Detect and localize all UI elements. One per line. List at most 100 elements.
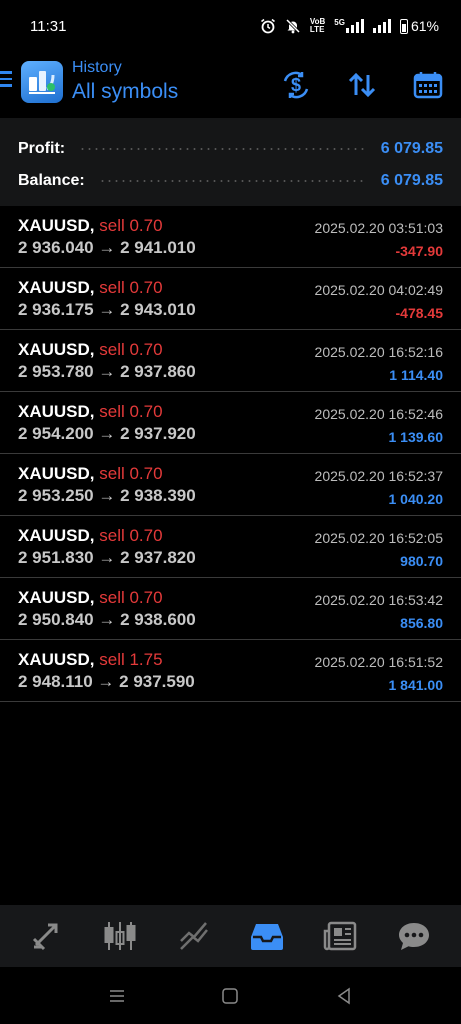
tab-history[interactable] bbox=[242, 911, 292, 961]
bottom-tab-bar bbox=[0, 905, 461, 967]
battery-icon bbox=[399, 18, 408, 34]
trade-time: 2025.02.20 16:51:52 bbox=[314, 654, 443, 670]
trade-time: 2025.02.20 16:52:16 bbox=[314, 344, 443, 360]
trade-row[interactable]: XAUUSD, sell 0.70 2 936.175 → 2 943.010 20… bbox=[0, 268, 461, 330]
tab-news[interactable] bbox=[316, 911, 366, 961]
profit-label: Profit: bbox=[18, 140, 66, 157]
trade-profit: -478.45 bbox=[395, 305, 443, 321]
trade-prices: 2 951.830 → 2 937.820 bbox=[18, 548, 196, 567]
trade-side: sell 0.70 bbox=[99, 278, 163, 297]
balance-label: Balance: bbox=[18, 172, 85, 189]
history-inbox-icon bbox=[251, 924, 284, 950]
tab-trade[interactable] bbox=[169, 911, 219, 961]
trade-symbol: XAUUSD, bbox=[18, 526, 95, 545]
sort-icon bbox=[348, 72, 376, 98]
network-type: VoB LTE bbox=[309, 17, 326, 34]
trade-prices: 2 950.840 → 2 938.600 bbox=[18, 610, 196, 629]
trade-symbol: XAUUSD, bbox=[18, 402, 95, 421]
news-icon bbox=[323, 921, 356, 951]
trade-row[interactable]: XAUUSD, sell 0.70 2 954.200 → 2 937.920 20… bbox=[0, 392, 461, 454]
quotes-icon bbox=[32, 923, 58, 951]
leader-dots bbox=[98, 180, 367, 182]
trade-profit: 856.80 bbox=[400, 615, 443, 631]
trade-prices: 2 953.250 → 2 938.390 bbox=[18, 486, 196, 505]
signal-icon bbox=[345, 19, 364, 33]
candlestick-chart-icon bbox=[104, 922, 136, 950]
calendar-icon bbox=[413, 72, 443, 99]
trade-profit: 1 040.20 bbox=[388, 491, 444, 507]
signal-icon bbox=[372, 19, 391, 33]
recent-apps-icon[interactable] bbox=[107, 986, 127, 1006]
trade-list: XAUUSD, sell 0.70 2 936.040 → 2 941.010 20… bbox=[0, 206, 461, 702]
bell-muted-icon bbox=[285, 18, 300, 34]
trade-profit: -347.90 bbox=[395, 243, 443, 259]
trade-prices: 2 936.175 → 2 943.010 bbox=[18, 300, 196, 319]
trade-side: sell 0.70 bbox=[99, 464, 163, 483]
symbol-filter[interactable]: All symbols bbox=[72, 80, 178, 104]
status-time: 11:31 bbox=[30, 17, 67, 35]
trade-side: sell 0.70 bbox=[99, 216, 163, 235]
balance-row: Balance: 6 079.85 bbox=[18, 165, 443, 197]
tab-quotes[interactable] bbox=[22, 911, 72, 961]
trade-profit: 980.70 bbox=[400, 553, 443, 569]
home-icon[interactable] bbox=[220, 986, 240, 1006]
trade-profit: 1 139.60 bbox=[388, 429, 444, 445]
alarm-icon bbox=[260, 18, 275, 34]
app-logo-icon[interactable] bbox=[21, 61, 63, 103]
tab-chart[interactable] bbox=[95, 911, 145, 961]
back-icon[interactable] bbox=[334, 986, 354, 1006]
trade-icon bbox=[179, 922, 208, 950]
leader-dots bbox=[79, 148, 367, 150]
status-bar: 11:31 VoB LTE 5G 61% bbox=[0, 0, 461, 52]
page-title: History bbox=[72, 59, 122, 76]
trade-symbol: XAUUSD, bbox=[18, 216, 95, 235]
trade-time: 2025.02.20 03:51:03 bbox=[314, 220, 443, 236]
tab-messages[interactable] bbox=[389, 911, 439, 961]
trade-side: sell 1.75 bbox=[99, 650, 163, 669]
trade-prices: 2 948.110 → 2 937.590 bbox=[18, 672, 195, 691]
trade-profit: 1 841.00 bbox=[388, 677, 444, 693]
trade-side: sell 0.70 bbox=[99, 340, 163, 359]
trade-side: sell 0.70 bbox=[99, 526, 163, 545]
trade-side: sell 0.70 bbox=[99, 588, 163, 607]
trade-row[interactable]: XAUUSD, sell 0.70 2 936.040 → 2 941.010 20… bbox=[0, 206, 461, 268]
signal-5g: 5G bbox=[334, 19, 364, 33]
trade-prices: 2 936.040 → 2 941.010 bbox=[18, 238, 196, 257]
trade-symbol: XAUUSD, bbox=[18, 340, 95, 359]
trade-row[interactable]: XAUUSD, sell 0.70 2 951.830 → 2 937.820 20… bbox=[0, 516, 461, 578]
trade-row[interactable]: XAUUSD, sell 0.70 2 950.840 → 2 938.600 20… bbox=[0, 578, 461, 640]
battery-percent: 61% bbox=[410, 18, 439, 34]
trade-time: 2025.02.20 16:52:05 bbox=[314, 530, 443, 546]
trade-symbol: XAUUSD, bbox=[18, 278, 95, 297]
sort-button[interactable] bbox=[329, 60, 395, 110]
app-header: History All symbols $ bbox=[0, 52, 461, 118]
trade-row[interactable]: XAUUSD, sell 0.70 2 953.780 → 2 937.860 20… bbox=[0, 330, 461, 392]
status-icons: VoB LTE 5G 61% bbox=[260, 18, 439, 34]
trade-row[interactable]: XAUUSD, sell 0.70 2 953.250 → 2 938.390 20… bbox=[0, 454, 461, 516]
menu-icon[interactable] bbox=[0, 71, 12, 91]
header-actions: $ bbox=[263, 52, 461, 118]
header-titles: History All symbols bbox=[72, 59, 178, 104]
trade-time: 2025.02.20 16:52:46 bbox=[314, 406, 443, 422]
trade-time: 2025.02.20 16:53:42 bbox=[314, 592, 443, 608]
account-summary: Profit: 6 079.85 Balance: 6 079.85 bbox=[0, 118, 461, 206]
trade-row[interactable]: XAUUSD, sell 1.75 2 948.110 → 2 937.590 20… bbox=[0, 640, 461, 702]
trade-prices: 2 953.780 → 2 937.860 bbox=[18, 362, 196, 381]
trade-side: sell 0.70 bbox=[99, 402, 163, 421]
currency-exchange-icon: $ bbox=[283, 71, 309, 99]
trade-symbol: XAUUSD, bbox=[18, 650, 95, 669]
trade-time: 2025.02.20 16:52:37 bbox=[314, 468, 443, 484]
balance-value: 6 079.85 bbox=[380, 172, 443, 189]
calendar-button[interactable] bbox=[395, 60, 461, 110]
trade-symbol: XAUUSD, bbox=[18, 464, 95, 483]
svg-text:$: $ bbox=[291, 75, 301, 95]
currency-exchange-button[interactable]: $ bbox=[263, 60, 329, 110]
profit-value: 6 079.85 bbox=[380, 140, 443, 157]
trade-profit: 1 114.40 bbox=[389, 367, 443, 383]
system-nav-bar bbox=[0, 967, 461, 1024]
trade-time: 2025.02.20 04:02:49 bbox=[314, 282, 443, 298]
trade-symbol: XAUUSD, bbox=[18, 588, 95, 607]
messages-icon bbox=[399, 923, 430, 950]
trade-prices: 2 954.200 → 2 937.920 bbox=[18, 424, 196, 443]
profit-row: Profit: 6 079.85 bbox=[18, 133, 443, 165]
